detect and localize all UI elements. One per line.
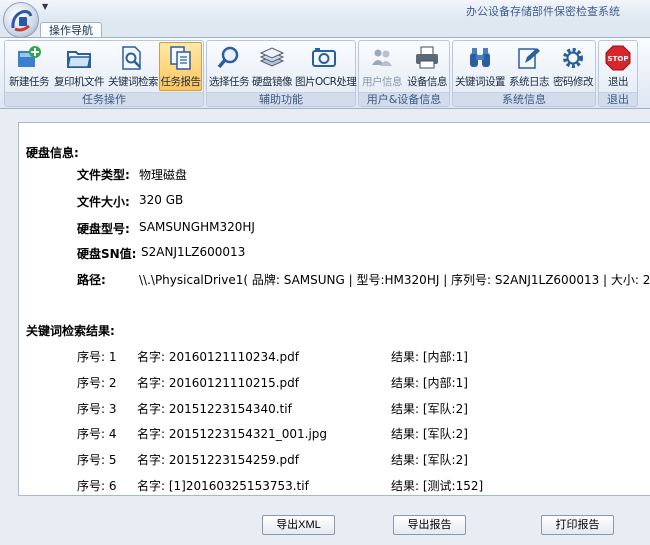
camera-icon [312,48,336,67]
file-type-label: 文件类型: [77,168,130,182]
new-task-label: 新建任务 [9,76,50,88]
device-info-label: 设备信息 [407,76,448,88]
disk-model-value: SAMSUNGHM320HJ [139,220,255,234]
magnifier-icon [217,46,239,69]
result-index: 序号: 3 [77,402,117,416]
exit-button[interactable]: STOP 退出 [600,42,636,91]
result-value: 结果: [内部:1] [391,376,468,390]
user-info-button[interactable]: 用户信息 [360,42,404,91]
folder-icon [67,51,91,68]
keyword-results-heading: 关键词检索结果: [26,324,115,338]
users-icon [372,49,392,66]
file-type-value: 物理磁盘 [139,168,188,182]
system-log-label: 系统日志 [509,76,550,88]
result-index: 序号: 4 [77,427,117,441]
document-search-icon [122,46,141,70]
result-name: 名字: 20160121110234.pdf [137,350,300,364]
edit-log-icon [518,48,540,69]
group-label-system: 系统信息 [453,92,595,106]
app-logo-icon [11,10,33,32]
copy-file-label: 复印机文件 [54,76,105,88]
result-index: 序号: 2 [77,376,117,390]
new-task-button[interactable]: 新建任务 [7,42,51,91]
disk-image-label: 硬盘镜像 [252,76,293,88]
export-report-button[interactable]: 导出报告 [393,515,466,535]
app-title: 办公设备存储部件保密检查系统 [466,5,620,18]
disk-model-label: 硬盘型号: [77,222,130,236]
ribbon: 新建任务 复印机文件 关键词检索 任务报告 任务操作 选择任务 硬盘镜像 图片O… [0,37,650,109]
image-ocr-button[interactable]: 图片OCR处理 [294,42,357,91]
system-log-button[interactable]: 系统日志 [507,42,551,91]
ribbon-tab-row: 操作导航 [0,20,650,38]
keyword-search-label: 关键词检索 [108,76,159,88]
result-index: 序号: 6 [77,479,117,493]
report-content-panel: 硬盘信息: 文件类型: 物理磁盘 文件大小: 320 GB 硬盘型号: SAMS… [18,122,650,496]
svg-text:STOP: STOP [608,55,629,63]
result-value: 结果: [军队:2] [391,453,468,467]
result-index: 序号: 5 [77,453,117,467]
file-size-value: 320 GB [139,193,184,207]
change-password-button[interactable]: 密码修改 [551,42,595,91]
result-name: 名字: [1]20160325153753.tif [137,479,309,493]
image-ocr-label: 图片OCR处理 [295,76,357,88]
disk-sn-label: 硬盘SN值: [77,247,137,261]
disk-info-heading: 硬盘信息: [26,146,79,160]
app-menu-button[interactable] [3,2,39,38]
gear-icon [563,48,583,68]
file-size-label: 文件大小: [77,195,130,209]
result-name: 名字: 20160121110215.pdf [137,376,300,390]
ribbon-group-user-device: 用户信息 设备信息 用户&设备信息 [358,40,450,107]
task-report-button[interactable]: 任务报告 [159,42,202,91]
ribbon-group-exit: STOP 退出 退出 [598,40,638,107]
stop-sign-icon: STOP [605,45,631,71]
printer-icon [416,46,438,69]
result-value: 结果: [军队:2] [391,402,468,416]
disk-image-button[interactable]: 硬盘镜像 [251,42,293,91]
result-value: 结果: [测试:152] [391,479,484,493]
path-label: 路径: [77,273,106,287]
result-name: 名字: 20151223154259.pdf [137,453,300,467]
keyword-settings-button[interactable]: 关键词设置 [454,42,506,91]
disk-stack-icon [259,47,285,67]
binoculars-icon [470,48,490,67]
change-password-label: 密码修改 [553,76,594,88]
title-bar: ▼ 办公设备存储部件保密检查系统 [0,0,650,20]
result-value: 结果: [内部:1] [391,350,468,364]
group-label-aux: 辅助功能 [207,92,355,106]
task-report-label: 任务报告 [160,76,202,88]
user-info-label: 用户信息 [362,76,403,88]
keyword-settings-label: 关键词设置 [455,76,506,88]
report-icon [169,46,191,70]
result-name: 名字: 20151223154340.tif [137,402,292,416]
ribbon-group-task: 新建任务 复印机文件 关键词检索 任务报告 任务操作 [4,40,204,107]
tab-operation-nav[interactable]: 操作导航 [40,22,102,38]
path-value: \\.\PhysicalDrive1( 品牌: SAMSUNG | 型号:HM3… [139,273,650,287]
select-task-label: 选择任务 [209,76,250,88]
result-name: 名字: 20151223154321_001.jpg [137,427,328,441]
group-label-exit: 退出 [599,92,637,106]
group-label-user-device: 用户&设备信息 [359,92,449,106]
ribbon-group-system: 关键词设置 系统日志 密码修改 系统信息 [452,40,596,107]
select-task-button[interactable]: 选择任务 [208,42,250,91]
print-report-button[interactable]: 打印报告 [541,515,614,535]
result-value: 结果: [军队:2] [391,427,468,441]
device-info-button[interactable]: 设备信息 [405,42,449,91]
disk-sn-value: S2ANJ1LZ600013 [141,245,246,259]
quick-access-dropdown-icon[interactable]: ▼ [42,2,48,11]
new-task-icon [18,46,41,67]
group-label-task: 任务操作 [5,92,203,106]
ribbon-group-aux: 选择任务 硬盘镜像 图片OCR处理 辅助功能 [206,40,357,107]
keyword-search-button[interactable]: 关键词检索 [107,42,159,91]
export-xml-button[interactable]: 导出XML [262,515,335,535]
copy-file-button[interactable]: 复印机文件 [53,42,105,91]
exit-label: 退出 [608,76,629,88]
result-index: 序号: 1 [77,350,117,364]
